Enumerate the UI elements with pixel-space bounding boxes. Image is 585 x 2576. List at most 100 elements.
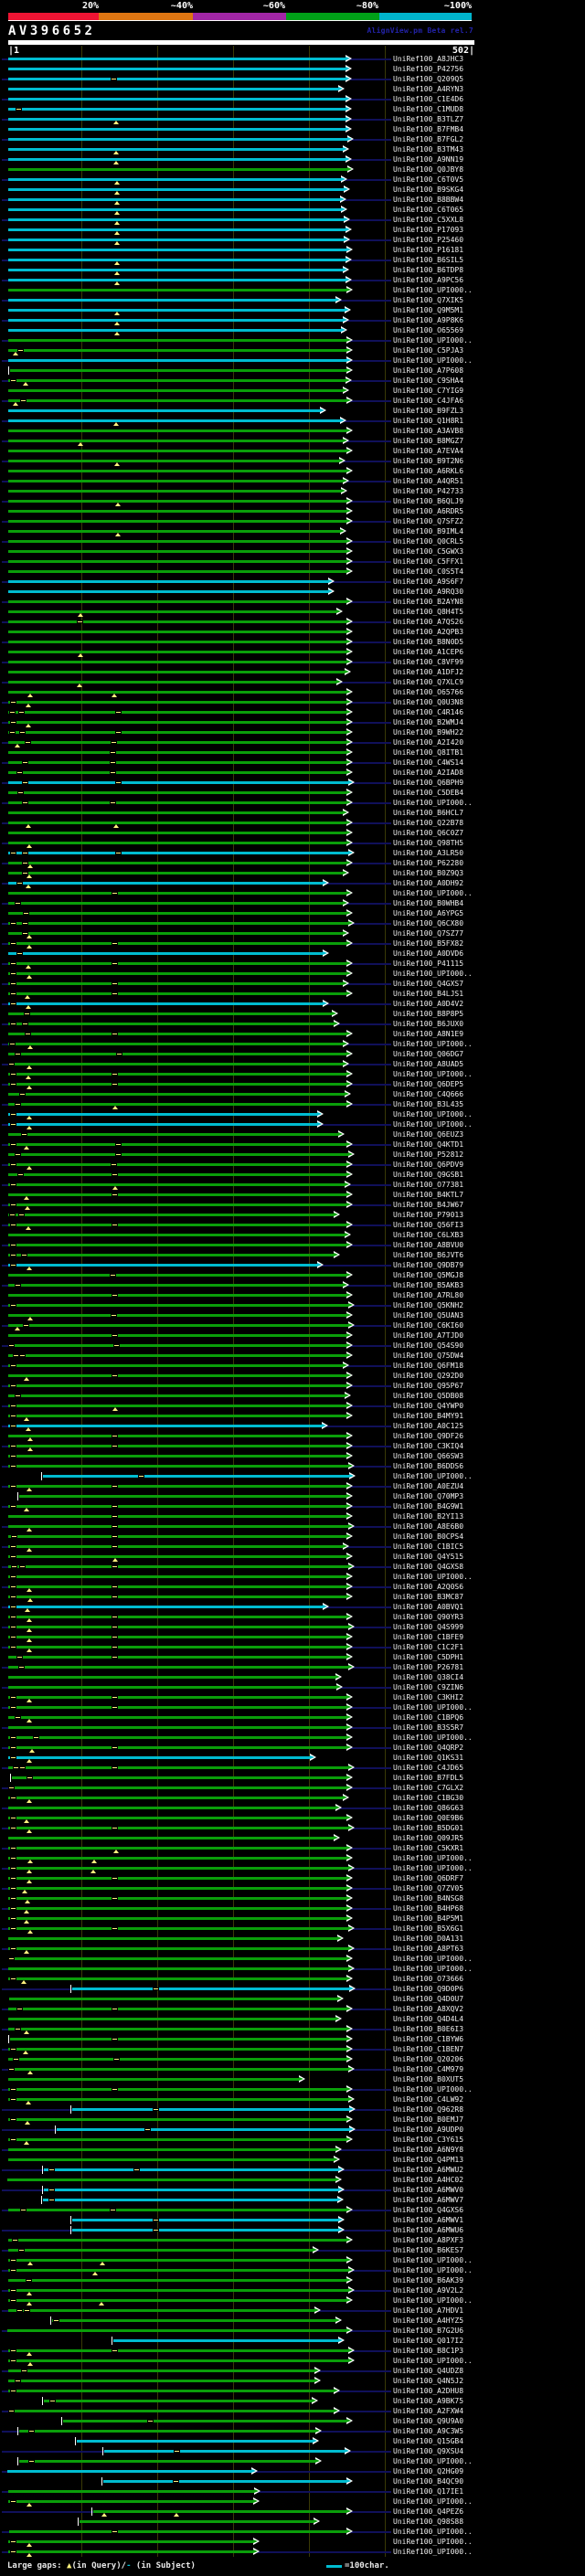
hit-accession-label[interactable]: UniRef100_A3AVB8 xyxy=(393,427,463,435)
alignment-row[interactable]: UniRef100_B9WH22 xyxy=(0,727,585,737)
alignment-row[interactable]: UniRef100_C1E4D6 xyxy=(0,94,585,104)
hit-accession-label[interactable]: UniRef100_Q292D0 xyxy=(393,1372,463,1380)
alignment-row[interactable]: UniRef100_Q75DW4 xyxy=(0,1351,585,1361)
alignment-row[interactable]: UniRef100_B7FGL2 xyxy=(0,134,585,144)
hit-accession-label[interactable]: UniRef100_B5AKB3 xyxy=(393,1281,463,1289)
alignment-row[interactable]: UniRef100_UPI000.. xyxy=(0,355,585,366)
hit-accession-label[interactable]: UniRef100_A9NN19 xyxy=(393,155,463,164)
hit-accession-label[interactable]: UniRef100_A6MWU2 xyxy=(393,2166,463,2174)
hit-accession-label[interactable]: UniRef100_Q5DB08 xyxy=(393,1392,463,1400)
hit-accession-label[interactable]: UniRef100_UPI000.. xyxy=(393,2357,473,2365)
hit-accession-label[interactable]: UniRef100_B6JVT6 xyxy=(393,1251,463,1259)
alignment-row[interactable]: UniRef100_B2YI13 xyxy=(0,1511,585,1521)
alignment-row[interactable]: UniRef100_C5DEB4 xyxy=(0,788,585,798)
hit-accession-label[interactable]: UniRef100_UPI000.. xyxy=(393,1864,473,1872)
hit-accession-label[interactable]: UniRef100_C3KHI2 xyxy=(393,1693,463,1701)
hit-accession-label[interactable]: UniRef100_UPI000.. xyxy=(393,286,473,294)
alignment-row[interactable]: UniRef100_Q017I2 xyxy=(0,2336,585,2346)
alignment-row[interactable]: UniRef100_C4M979 xyxy=(0,2064,585,2074)
alignment-row[interactable]: UniRef100_Q90YR3 xyxy=(0,1612,585,1622)
alignment-row[interactable]: UniRef100_B3S5R7 xyxy=(0,1723,585,1733)
hit-accession-label[interactable]: UniRef100_Q6EUZ3 xyxy=(393,1130,463,1139)
hit-accession-label[interactable]: UniRef100_Q75DW4 xyxy=(393,1352,463,1360)
alignment-row[interactable]: UniRef100_A8XQV2 xyxy=(0,2004,585,2014)
alignment-row[interactable]: UniRef100_Q70MP3 xyxy=(0,1491,585,1501)
alignment-row[interactable]: UniRef100_A9V2L2 xyxy=(0,2285,585,2295)
hit-accession-label[interactable]: UniRef100_Q6FM18 xyxy=(393,1362,463,1370)
hit-accession-label[interactable]: UniRef100_B5DG01 xyxy=(393,1824,463,1832)
hit-accession-label[interactable]: UniRef100_C5DEB4 xyxy=(393,789,463,797)
hit-accession-label[interactable]: UniRef100_B9WH22 xyxy=(393,728,463,737)
alignment-row[interactable]: UniRef100_B8BBW4 xyxy=(0,195,585,205)
alignment-row[interactable]: UniRef100_C1BEN7 xyxy=(0,2044,585,2054)
hit-accession-label[interactable]: UniRef100_B4G9W1 xyxy=(393,1502,463,1511)
hit-accession-label[interactable]: UniRef100_C7GLX2 xyxy=(393,1784,463,1792)
hit-accession-label[interactable]: UniRef100_C4M979 xyxy=(393,2065,463,2073)
alignment-row[interactable]: UniRef100_Q4D4L4 xyxy=(0,2014,585,2024)
hit-accession-label[interactable]: UniRef100_C4LW92 xyxy=(393,2095,463,2104)
hit-accession-label[interactable]: UniRef100_A2Q0S6 xyxy=(393,1583,463,1591)
hit-accession-label[interactable]: UniRef100_Q6BPH9 xyxy=(393,779,463,787)
hit-accession-label[interactable]: UniRef100_UPI000.. xyxy=(393,2085,473,2094)
alignment-row[interactable]: UniRef100_Q4KTD1 xyxy=(0,1140,585,1150)
alignment-row[interactable]: UniRef100_Q4QRP2 xyxy=(0,1743,585,1753)
hit-accession-label[interactable]: UniRef100_Q56FI3 xyxy=(393,1221,463,1229)
hit-accession-label[interactable]: UniRef100_Q98S88 xyxy=(393,2518,463,2526)
hit-accession-label[interactable]: UniRef100_C9SHA4 xyxy=(393,376,463,385)
hit-accession-label[interactable]: UniRef100_UPI000.. xyxy=(393,1854,473,1862)
hit-accession-label[interactable]: UniRef100_B0XUT5 xyxy=(393,2075,463,2083)
hit-accession-label[interactable]: UniRef100_Q54S90 xyxy=(393,1341,463,1350)
alignment-row[interactable]: UniRef100_B7G2U6 xyxy=(0,2326,585,2336)
alignment-row[interactable]: UniRef100_O73666 xyxy=(0,1974,585,1984)
hit-accession-label[interactable]: UniRef100_A7P608 xyxy=(393,366,463,375)
hit-accession-label[interactable]: UniRef100_A7EVA4 xyxy=(393,447,463,455)
alignment-row[interactable]: UniRef100_P79013 xyxy=(0,1210,585,1220)
alignment-row[interactable]: UniRef100_Q7SZ77 xyxy=(0,928,585,938)
alignment-row[interactable]: UniRef100_B0CPS4 xyxy=(0,1532,585,1542)
alignment-row[interactable]: UniRef100_UPI000.. xyxy=(0,2084,585,2094)
hit-accession-label[interactable]: UniRef100_Q962R8 xyxy=(393,2105,463,2114)
hit-accession-label[interactable]: UniRef100_A8JHC3 xyxy=(393,55,463,63)
alignment-row[interactable]: UniRef100_B5AKB3 xyxy=(0,1280,585,1290)
alignment-row[interactable]: UniRef100_B5FX82 xyxy=(0,938,585,949)
hit-accession-label[interactable]: UniRef100_Q0U3N8 xyxy=(393,698,463,706)
hit-accession-label[interactable]: UniRef100_C4Q666 xyxy=(393,1090,463,1098)
hit-accession-label[interactable]: UniRef100_A2FXW4 xyxy=(393,2407,463,2415)
alignment-row[interactable]: UniRef100_UPI000.. xyxy=(0,1733,585,1743)
hit-accession-label[interactable]: UniRef100_A6MWV0 xyxy=(393,2186,463,2194)
hit-accession-label[interactable]: UniRef100_Q7ZV05 xyxy=(393,1884,463,1892)
alignment-row[interactable]: UniRef100_B0WHB4 xyxy=(0,898,585,908)
alignment-row[interactable]: UniRef100_B4P5M1 xyxy=(0,1913,585,1924)
hit-accession-label[interactable]: UniRef100_C5DPH1 xyxy=(393,1653,463,1661)
alignment-row[interactable]: UniRef100_Q9DB79 xyxy=(0,1260,585,1270)
alignment-row[interactable]: UniRef100_UPI000.. xyxy=(0,2356,585,2366)
hit-accession-label[interactable]: UniRef100_A6MWV7 xyxy=(393,2196,463,2204)
hit-accession-label[interactable]: UniRef100_UPI000.. xyxy=(393,2497,473,2506)
alignment-row[interactable]: UniRef100_A8UAD5 xyxy=(0,1059,585,1069)
hit-accession-label[interactable]: UniRef100_UPI000.. xyxy=(393,1965,473,1973)
alignment-row[interactable]: UniRef100_UPI000.. xyxy=(0,2255,585,2265)
hit-accession-label[interactable]: UniRef100_A6MWV1 xyxy=(393,2216,463,2224)
alignment-row[interactable]: UniRef100_C5XXL8 xyxy=(0,215,585,225)
alignment-row[interactable]: UniRef100_B4KTL7 xyxy=(0,1190,585,1200)
hit-accession-label[interactable]: UniRef100_C4JFA6 xyxy=(393,397,463,405)
alignment-row[interactable]: UniRef100_C4JFA6 xyxy=(0,396,585,406)
hit-accession-label[interactable]: UniRef100_B0Z9Q3 xyxy=(393,869,463,877)
hit-accession-label[interactable]: UniRef100_B4LJS1 xyxy=(393,990,463,998)
hit-accession-label[interactable]: UniRef100_Q22B78 xyxy=(393,819,463,827)
alignment-row[interactable]: UniRef100_C5PJA3 xyxy=(0,345,585,355)
hit-accession-label[interactable]: UniRef100_B6AK39 xyxy=(393,2276,463,2284)
hit-accession-label[interactable]: UniRef100_Q4KTD1 xyxy=(393,1140,463,1149)
hit-accession-label[interactable]: UniRef100_A3LR50 xyxy=(393,849,463,857)
alignment-row[interactable]: UniRef100_UPI000.. xyxy=(0,1702,585,1712)
alignment-row[interactable]: UniRef100_Q5KNH2 xyxy=(0,1300,585,1310)
alignment-row[interactable]: UniRef100_A2DHU8 xyxy=(0,2386,585,2396)
hit-accession-label[interactable]: UniRef100_UPI000.. xyxy=(393,1110,473,1118)
hit-accession-label[interactable]: UniRef100_C1BPQ6 xyxy=(393,1713,463,1722)
alignment-row[interactable]: UniRef100_A7EVA4 xyxy=(0,446,585,456)
hit-accession-label[interactable]: UniRef100_A2IAD8 xyxy=(393,769,463,777)
hit-accession-label[interactable]: UniRef100_A6RDR5 xyxy=(393,507,463,515)
alignment-row[interactable]: UniRef100_Q0U3N8 xyxy=(0,697,585,707)
alignment-row[interactable]: UniRef100_B3L435 xyxy=(0,1099,585,1109)
alignment-row[interactable]: UniRef100_Q95P67 xyxy=(0,1381,585,1391)
